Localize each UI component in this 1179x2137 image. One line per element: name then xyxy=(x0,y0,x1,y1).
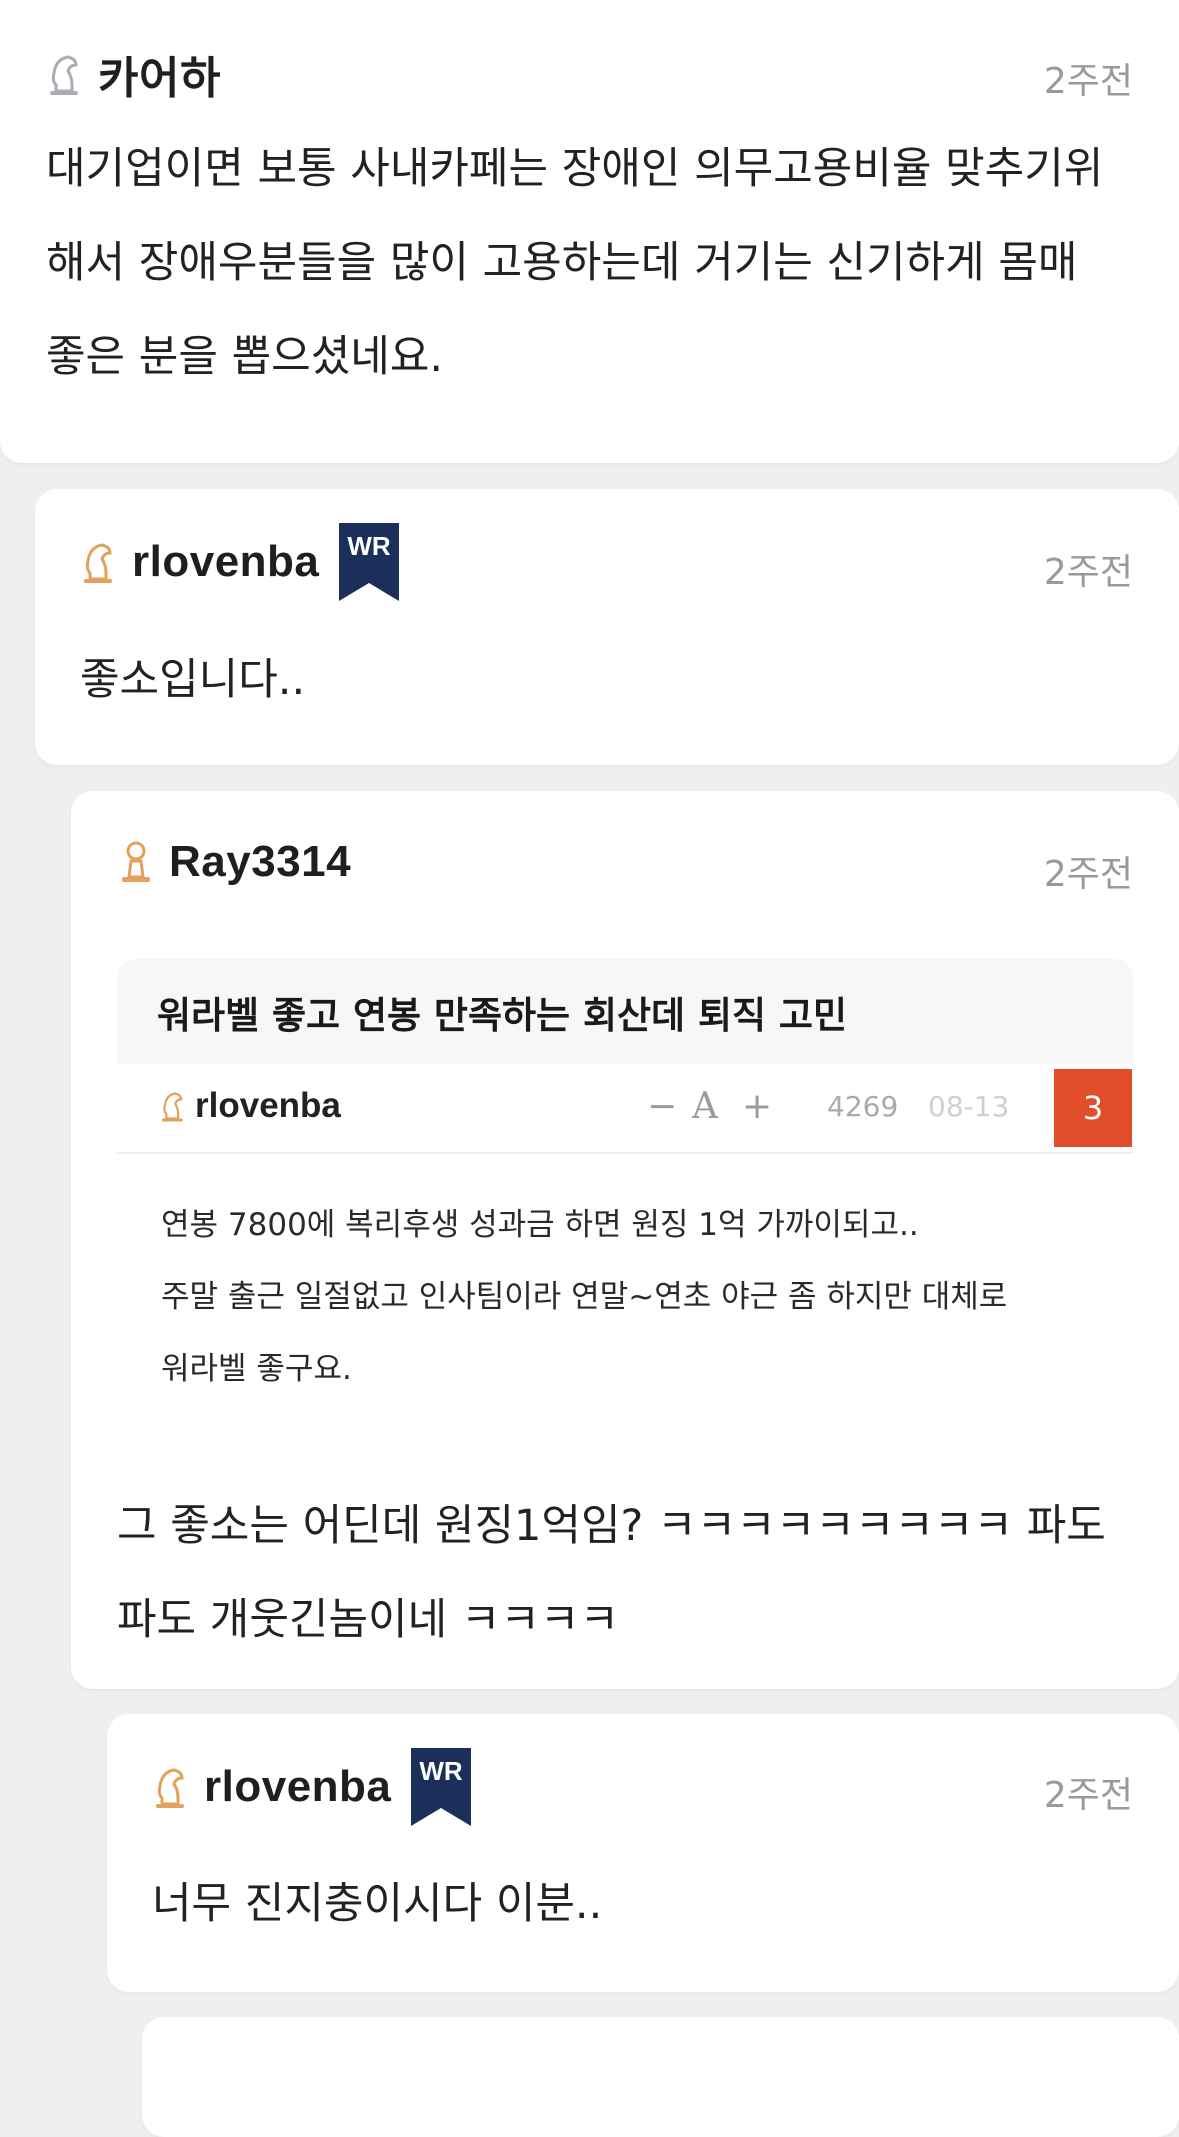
comment-line: 해서 장애우분들을 많이 고용하는데 거기는 신기하게 몸매 xyxy=(46,238,1078,288)
comment-line: 좋은 분을 뽑으셨네요. xyxy=(46,332,444,382)
comment-username[interactable]: Ray3314 xyxy=(169,837,351,887)
comment-username[interactable]: rlovenba xyxy=(132,537,319,587)
user-level-icon xyxy=(84,543,112,583)
quoted-post-header[interactable]: 워라벨 좋고 연봉 만족하는 회산데 퇴직 고민 xyxy=(117,959,1133,1064)
reply-card: rlovenba WR 2주전 좋소입니다.. xyxy=(35,489,1179,765)
quoted-line: 워라벨 좋구요. xyxy=(161,1351,352,1387)
reply-card: Ray3314 2주전 워라벨 좋고 연봉 만족하는 회산데 퇴직 고민 rlo… xyxy=(71,791,1179,1689)
comment-line: 너무 진지충이시다 이분.. xyxy=(152,1879,603,1929)
quoted-post-author[interactable]: rlovenba xyxy=(195,1086,341,1126)
comment-time: 2주전 xyxy=(1043,61,1133,102)
user-level-icon xyxy=(50,55,78,95)
badge-text: WR xyxy=(348,531,392,561)
comment-line: 대기업이면 보통 사내카페는 장애인 의무고용비율 맞추기위 xyxy=(46,144,1104,194)
comment-body: 좋소입니다.. xyxy=(80,633,305,727)
comment-body: 너무 진지충이시다 이분.. xyxy=(152,1857,602,1951)
reply-card: rlovenba WR 2주전 너무 진지충이시다 이분.. xyxy=(107,1714,1179,1992)
post-date: 08-13 xyxy=(928,1090,1010,1123)
comment-count-badge[interactable]: 3 xyxy=(1054,1069,1132,1147)
comment-time: 2주전 xyxy=(1043,552,1133,593)
comment-time: 2주전 xyxy=(1043,854,1133,895)
reply-card xyxy=(142,2017,1179,2137)
comment-username[interactable]: 카어하 xyxy=(98,42,221,106)
comment-line: 그 좋소는 어딘데 원징1억임? ㅋㅋㅋㅋㅋㅋㅋㅋㅋ 파도 xyxy=(117,1501,1106,1551)
quoted-post-title[interactable]: 워라벨 좋고 연봉 만족하는 회산데 퇴직 고민 xyxy=(157,985,847,1039)
font-size-label: A xyxy=(692,1086,718,1127)
comment-username[interactable]: rlovenba xyxy=(204,1762,391,1812)
comment-line: 파도 개웃긴놈이네 ㅋㅋㅋㅋ xyxy=(117,1595,620,1645)
quoted-line: 연봉 7800에 복리후생 성과금 하면 원징 1억 가까이되고.. xyxy=(161,1207,919,1243)
user-level-icon xyxy=(156,1768,184,1808)
quoted-post-meta: rlovenba − A + 4269 08-13 3 xyxy=(117,1064,1133,1154)
quoted-post-body: 연봉 7800에 복리후생 성과금 하면 원징 1억 가까이되고.. 주말 출근… xyxy=(161,1189,1007,1405)
badge-text: WR xyxy=(420,1756,464,1786)
comment-card: 카어하 2주전 대기업이면 보통 사내카페는 장애인 의무고용비율 맞추기위 해… xyxy=(0,0,1179,463)
writer-badge-icon: WR xyxy=(411,1748,472,1826)
comment-body: 그 좋소는 어딘데 원징1억임? ㅋㅋㅋㅋㅋㅋㅋㅋㅋ 파도 파도 개웃긴놈이네 … xyxy=(117,1479,1106,1667)
font-increase-button[interactable]: + xyxy=(742,1086,772,1127)
user-level-icon xyxy=(122,841,150,882)
writer-badge-icon: WR xyxy=(339,523,400,601)
comment-body: 대기업이면 보통 사내카페는 장애인 의무고용비율 맞추기위 해서 장애우분들을… xyxy=(46,122,1103,404)
comment-time: 2주전 xyxy=(1043,1775,1133,1816)
font-decrease-button[interactable]: − xyxy=(647,1086,677,1127)
comment-line: 좋소입니다.. xyxy=(80,655,306,705)
user-level-icon xyxy=(161,1092,183,1122)
quoted-line: 주말 출근 일절없고 인사팀이라 연말~연초 야근 좀 하지만 대체로 xyxy=(161,1279,1008,1315)
view-count: 4269 xyxy=(827,1090,899,1123)
